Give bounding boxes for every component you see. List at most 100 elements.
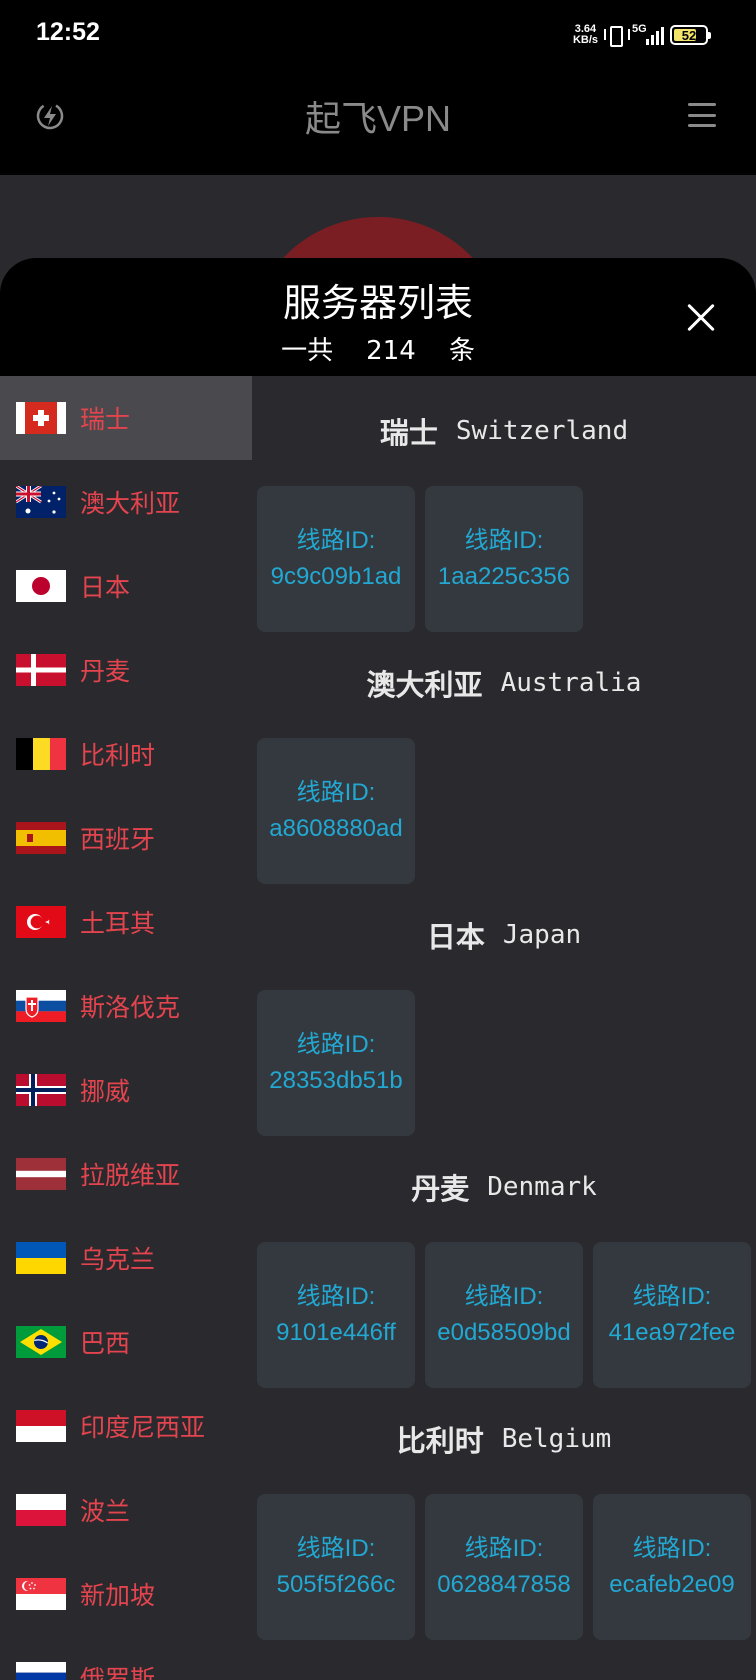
close-icon[interactable] [686, 303, 716, 333]
sidebar-item-brazil[interactable]: 巴西 [0, 1300, 252, 1384]
line-id-label: 线路ID: [464, 1535, 544, 1562]
server-cards: 线路ID: a8608880ad [252, 738, 756, 884]
server-line-card[interactable]: 线路ID: 505f5f266c [257, 1494, 415, 1640]
server-line-card[interactable]: 线路ID: 1aa225c356 [425, 486, 583, 632]
section-title: 丹麦 Denmark [252, 1132, 756, 1242]
brazil-flag-icon [16, 1326, 66, 1358]
sidebar-item-label: 俄罗斯 [80, 1665, 156, 1680]
line-id-label: 线路ID: [464, 1283, 544, 1310]
line-id-value: 9101e446ff [276, 1319, 396, 1346]
server-cards: 线路ID: 9c9c09b1ad 线路ID: 1aa225c356 [252, 486, 756, 632]
sidebar-item-australia[interactable]: 澳大利亚 [0, 460, 252, 544]
sidebar-item-label: 挪威 [80, 1077, 131, 1106]
sidebar-item-switzerland[interactable]: 瑞士 [0, 376, 252, 460]
net-speed: 3.64 KB/s [573, 24, 598, 46]
sidebar-item-spain[interactable]: 西班牙 [0, 796, 252, 880]
line-id-value: 9c9c09b1ad [270, 563, 402, 590]
server-line-card[interactable]: 线路ID: 0628847858 [425, 1494, 583, 1640]
sidebar-item-russia[interactable]: 俄罗斯 [0, 1636, 252, 1680]
section-name-en: Japan [502, 920, 582, 950]
line-id-value: e0d58509bd [437, 1319, 571, 1346]
line-id-value: 28353db51b [269, 1067, 403, 1094]
line-id-label: 线路ID: [296, 1283, 376, 1310]
section-name-en: Australia [500, 668, 642, 698]
server-line-card[interactable]: 线路ID: e0d58509bd [425, 1242, 583, 1388]
hamburger-menu-icon[interactable] [688, 103, 716, 127]
server-line-card[interactable]: 线路ID: ecafeb2e09 [593, 1494, 751, 1640]
server-line-card[interactable]: 线路ID: 9101e446ff [257, 1242, 415, 1388]
line-id-value: 41ea972fee [608, 1319, 736, 1346]
sidebar-item-japan[interactable]: 日本 [0, 544, 252, 628]
sidebar-item-slovakia[interactable]: 斯洛伐克 [0, 964, 252, 1048]
sidebar-item-label: 新加坡 [80, 1581, 156, 1610]
server-cards: 线路ID: 9101e446ff 线路ID: e0d58509bd 线路ID: 41ea9… [252, 1242, 756, 1388]
section-title: 瑞士 Switzerland [252, 376, 756, 486]
japan-flag-icon [16, 570, 66, 602]
singapore-flag-icon [16, 1578, 66, 1610]
section-name-en: Denmark [487, 1172, 597, 1202]
section-title: 日本 Japan [252, 880, 756, 990]
section-name-cn: 瑞士 [379, 416, 438, 450]
belgium-flag-icon [16, 738, 66, 770]
server-section: 比利时 Belgium 线路ID: 505f5f266c 线路ID: 0628847858… [252, 1384, 756, 1640]
sidebar-item-belgium[interactable]: 比利时 [0, 712, 252, 796]
sidebar-item-label: 巴西 [80, 1329, 131, 1358]
server-section: 日本 Japan 线路ID: 28353db51b [252, 880, 756, 1136]
section-name-cn: 比利时 [396, 1424, 484, 1458]
indonesia-flag-icon [16, 1410, 66, 1442]
status-time: 12:52 [36, 18, 100, 46]
country-sidebar: 瑞士澳大利亚日本丹麦比利时西班牙 土耳其 斯洛伐克挪威拉脱维亚乌克兰巴西印度尼西亚波… [0, 376, 252, 1680]
battery-level: 52 [681, 27, 697, 43]
section-title: 比利时 Belgium [252, 1384, 756, 1494]
line-id-value: 1aa225c356 [437, 563, 571, 590]
norway-flag-icon [16, 1074, 66, 1106]
sidebar-item-label: 丹麦 [80, 657, 131, 686]
ukraine-flag-icon [16, 1242, 66, 1274]
section-name-en: Switzerland [455, 416, 629, 446]
section-name-cn: 日本 [426, 920, 485, 954]
sidebar-item-label: 印度尼西亚 [80, 1413, 206, 1442]
app-header: 起飞VPN [0, 70, 756, 175]
sidebar-item-label: 乌克兰 [80, 1245, 156, 1274]
sidebar-item-label: 波兰 [80, 1497, 131, 1526]
server-section: 瑞士 Switzerland 线路ID: 9c9c09b1ad 线路ID: 1aa225c… [252, 376, 756, 632]
section-title: 澳大利亚 Australia [252, 628, 756, 738]
sidebar-item-label: 澳大利亚 [80, 489, 181, 518]
line-id-label: 线路ID: [464, 527, 544, 554]
line-id-label: 线路ID: [296, 527, 376, 554]
net-speed-unit: KB/s [572, 34, 598, 46]
sidebar-item-label: 瑞士 [80, 405, 131, 434]
switzerland-flag-icon [16, 402, 66, 434]
sidebar-item-norway[interactable]: 挪威 [0, 1048, 252, 1132]
server-cards: 线路ID: 505f5f266c 线路ID: 0628847858 线路ID: ecafe… [252, 1494, 756, 1640]
server-list-sheet: 服务器列表 一共 214 条 瑞士 澳大利亚 日本 丹麦 比利时 西班牙 土耳其 斯洛伐克 挪威… [0, 258, 756, 1680]
network-type: 5G [632, 23, 647, 35]
sidebar-item-label: 日本 [80, 573, 131, 602]
status-icons: 3.64 KB/s 5G 52 [573, 20, 711, 50]
count-suffix: 条 [448, 336, 475, 366]
sidebar-item-denmark[interactable]: 丹麦 [0, 628, 252, 712]
signal-icon: 5G [632, 23, 664, 45]
section-name-en: Belgium [501, 1424, 612, 1454]
sidebar-item-label: 拉脱维亚 [80, 1161, 181, 1190]
status-bar: 12:52 3.64 KB/s 5G 52 [0, 0, 756, 70]
sidebar-item-turkey[interactable]: 土耳其 [0, 880, 252, 964]
sidebar-item-indonesia[interactable]: 印度尼西亚 [0, 1384, 252, 1468]
sidebar-item-latvia[interactable]: 拉脱维亚 [0, 1132, 252, 1216]
line-id-label: 线路ID: [632, 1535, 712, 1562]
russia-flag-icon [16, 1662, 66, 1680]
turkey-flag-icon [16, 906, 66, 938]
sidebar-item-singapore[interactable]: 新加坡 [0, 1552, 252, 1636]
line-id-value: a8608880ad [269, 815, 403, 842]
line-id-label: 线路ID: [632, 1283, 712, 1310]
server-section: 丹麦 Denmark 线路ID: 9101e446ff 线路ID: e0d58509bd 线… [252, 1132, 756, 1388]
sidebar-item-poland[interactable]: 波兰 [0, 1468, 252, 1552]
sidebar-item-ukraine[interactable]: 乌克兰 [0, 1216, 252, 1300]
denmark-flag-icon [16, 654, 66, 686]
server-section: 澳大利亚 Australia 线路ID: a8608880ad [252, 628, 756, 884]
server-line-card[interactable]: 线路ID: a8608880ad [257, 738, 415, 884]
server-line-card[interactable]: 线路ID: 28353db51b [257, 990, 415, 1136]
server-line-card[interactable]: 线路ID: 41ea972fee [593, 1242, 751, 1388]
server-line-card[interactable]: 线路ID: 9c9c09b1ad [257, 486, 415, 632]
sidebar-item-label: 比利时 [80, 741, 156, 770]
